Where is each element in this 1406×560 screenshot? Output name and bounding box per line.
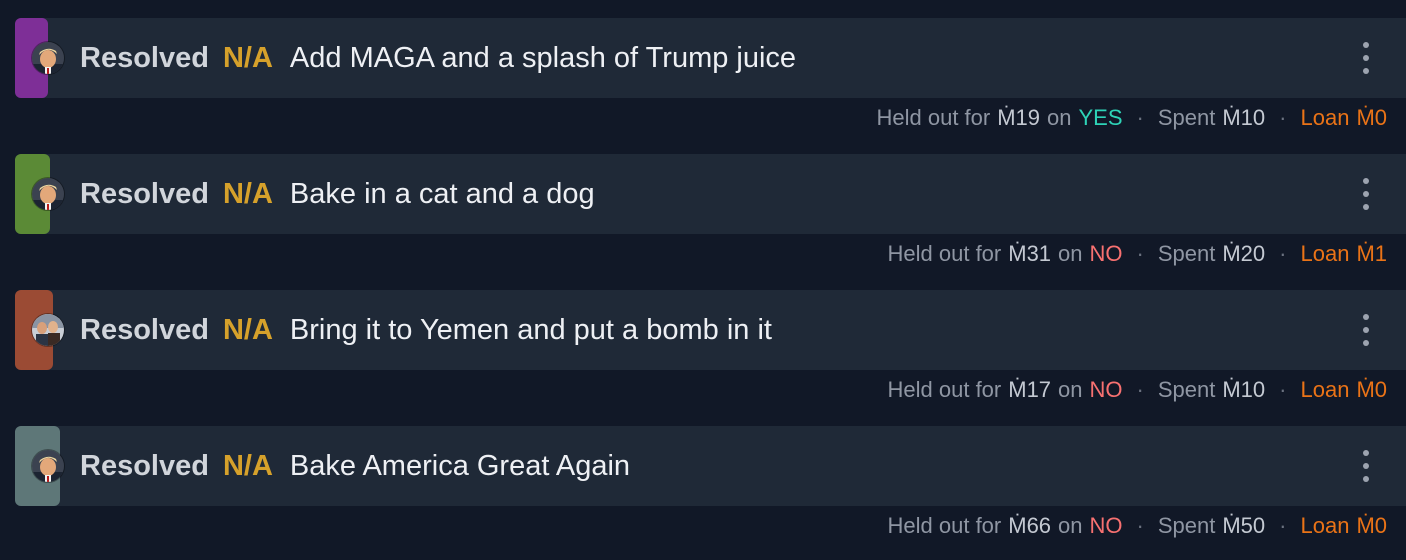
separator-dot: · [1279, 377, 1287, 402]
trump-avatar-icon [32, 42, 64, 74]
bet-side: NO [1089, 241, 1123, 266]
bet-stats: Held out for Ṁ66 on NO · Spent Ṁ50 · Loa… [888, 512, 1387, 540]
spent-label: Spent [1157, 241, 1216, 266]
outcome-label: N/A [222, 313, 273, 346]
separator-dot: · [1136, 241, 1144, 266]
status-label: Resolved [80, 177, 209, 210]
spent-label: Spent [1157, 377, 1216, 402]
bet-list: Resolved N/A Add MAGA and a splash of Tr… [0, 0, 1406, 560]
bet-card[interactable]: Resolved N/A Bake America Great Again [15, 426, 1406, 506]
separator-dot: · [1279, 513, 1287, 538]
trump-avatar-icon [32, 178, 64, 210]
loan-amount: Ṁ0 [1356, 105, 1387, 130]
loan-label: Loan [1300, 377, 1350, 402]
spent-amount: Ṁ20 [1222, 241, 1266, 266]
loan-amount: Ṁ0 [1356, 513, 1387, 538]
more-options-icon[interactable] [1354, 314, 1378, 346]
held-amount: Ṁ19 [997, 105, 1041, 130]
separator-dot: · [1279, 241, 1287, 266]
bet-side: YES [1078, 105, 1123, 130]
held-label: Held out for [887, 377, 1002, 402]
bet-stats: Held out for Ṁ19 on YES · Spent Ṁ10 · Lo… [876, 104, 1387, 132]
loan-amount: Ṁ1 [1356, 241, 1387, 266]
trump-avatar-icon [32, 450, 64, 482]
separator-dot: · [1136, 377, 1144, 402]
bet-card[interactable]: Resolved N/A Bake in a cat and a dog [15, 154, 1406, 234]
on-label: on [1058, 241, 1083, 266]
outcome-label: N/A [222, 41, 273, 74]
more-options-icon[interactable] [1354, 42, 1378, 74]
bet-row: Resolved N/A Bake in a cat and a dog Hel… [0, 136, 1406, 272]
bet-row: Resolved N/A Bring it to Yemen and put a… [0, 272, 1406, 408]
on-label: on [1058, 377, 1083, 402]
bet-title: Resolved N/A Bake in a cat and a dog [80, 154, 595, 234]
user-avatar[interactable] [32, 314, 64, 346]
held-label: Held out for [876, 105, 991, 130]
loan-label: Loan [1300, 241, 1350, 266]
separator-dot: · [1136, 513, 1144, 538]
bet-title: Resolved N/A Bake America Great Again [80, 426, 630, 506]
bet-stats: Held out for Ṁ31 on NO · Spent Ṁ20 · Loa… [888, 240, 1387, 268]
spent-amount: Ṁ10 [1222, 105, 1266, 130]
more-options-icon[interactable] [1354, 450, 1378, 482]
bet-side: NO [1089, 513, 1123, 538]
loan-label: Loan [1300, 105, 1350, 130]
on-label: on [1058, 513, 1083, 538]
more-options-icon[interactable] [1354, 178, 1378, 210]
user-avatar[interactable] [32, 450, 64, 482]
loan-label: Loan [1300, 513, 1350, 538]
bet-row: Resolved N/A Bake America Great Again He… [0, 408, 1406, 544]
loan-amount: Ṁ0 [1356, 377, 1387, 402]
outcome-label: N/A [222, 449, 273, 482]
bet-side: NO [1089, 377, 1123, 402]
answer-text: Add MAGA and a splash of Trump juice [289, 41, 797, 74]
group-photo-avatar-icon [32, 314, 64, 346]
held-label: Held out for [887, 513, 1002, 538]
bet-stats: Held out for Ṁ17 on NO · Spent Ṁ10 · Loa… [888, 376, 1387, 404]
spent-amount: Ṁ50 [1222, 513, 1266, 538]
bet-card[interactable]: Resolved N/A Add MAGA and a splash of Tr… [15, 18, 1406, 98]
user-avatar[interactable] [32, 178, 64, 210]
held-amount: Ṁ31 [1008, 241, 1052, 266]
user-avatar[interactable] [32, 42, 64, 74]
separator-dot: · [1136, 105, 1144, 130]
bet-card[interactable]: Resolved N/A Bring it to Yemen and put a… [15, 290, 1406, 370]
answer-text: Bring it to Yemen and put a bomb in it [289, 313, 772, 346]
held-amount: Ṁ66 [1008, 513, 1052, 538]
spent-label: Spent [1157, 105, 1216, 130]
status-label: Resolved [80, 313, 209, 346]
separator-dot: · [1279, 105, 1287, 130]
bet-title: Resolved N/A Add MAGA and a splash of Tr… [80, 18, 796, 98]
held-amount: Ṁ17 [1008, 377, 1052, 402]
spent-label: Spent [1157, 513, 1216, 538]
answer-text: Bake in a cat and a dog [289, 177, 595, 210]
bet-title: Resolved N/A Bring it to Yemen and put a… [80, 290, 772, 370]
on-label: on [1047, 105, 1072, 130]
answer-text: Bake America Great Again [289, 449, 631, 482]
status-label: Resolved [80, 41, 209, 74]
spent-amount: Ṁ10 [1222, 377, 1266, 402]
held-label: Held out for [887, 241, 1002, 266]
outcome-label: N/A [222, 177, 273, 210]
status-label: Resolved [80, 449, 209, 482]
bet-row: Resolved N/A Add MAGA and a splash of Tr… [0, 0, 1406, 136]
